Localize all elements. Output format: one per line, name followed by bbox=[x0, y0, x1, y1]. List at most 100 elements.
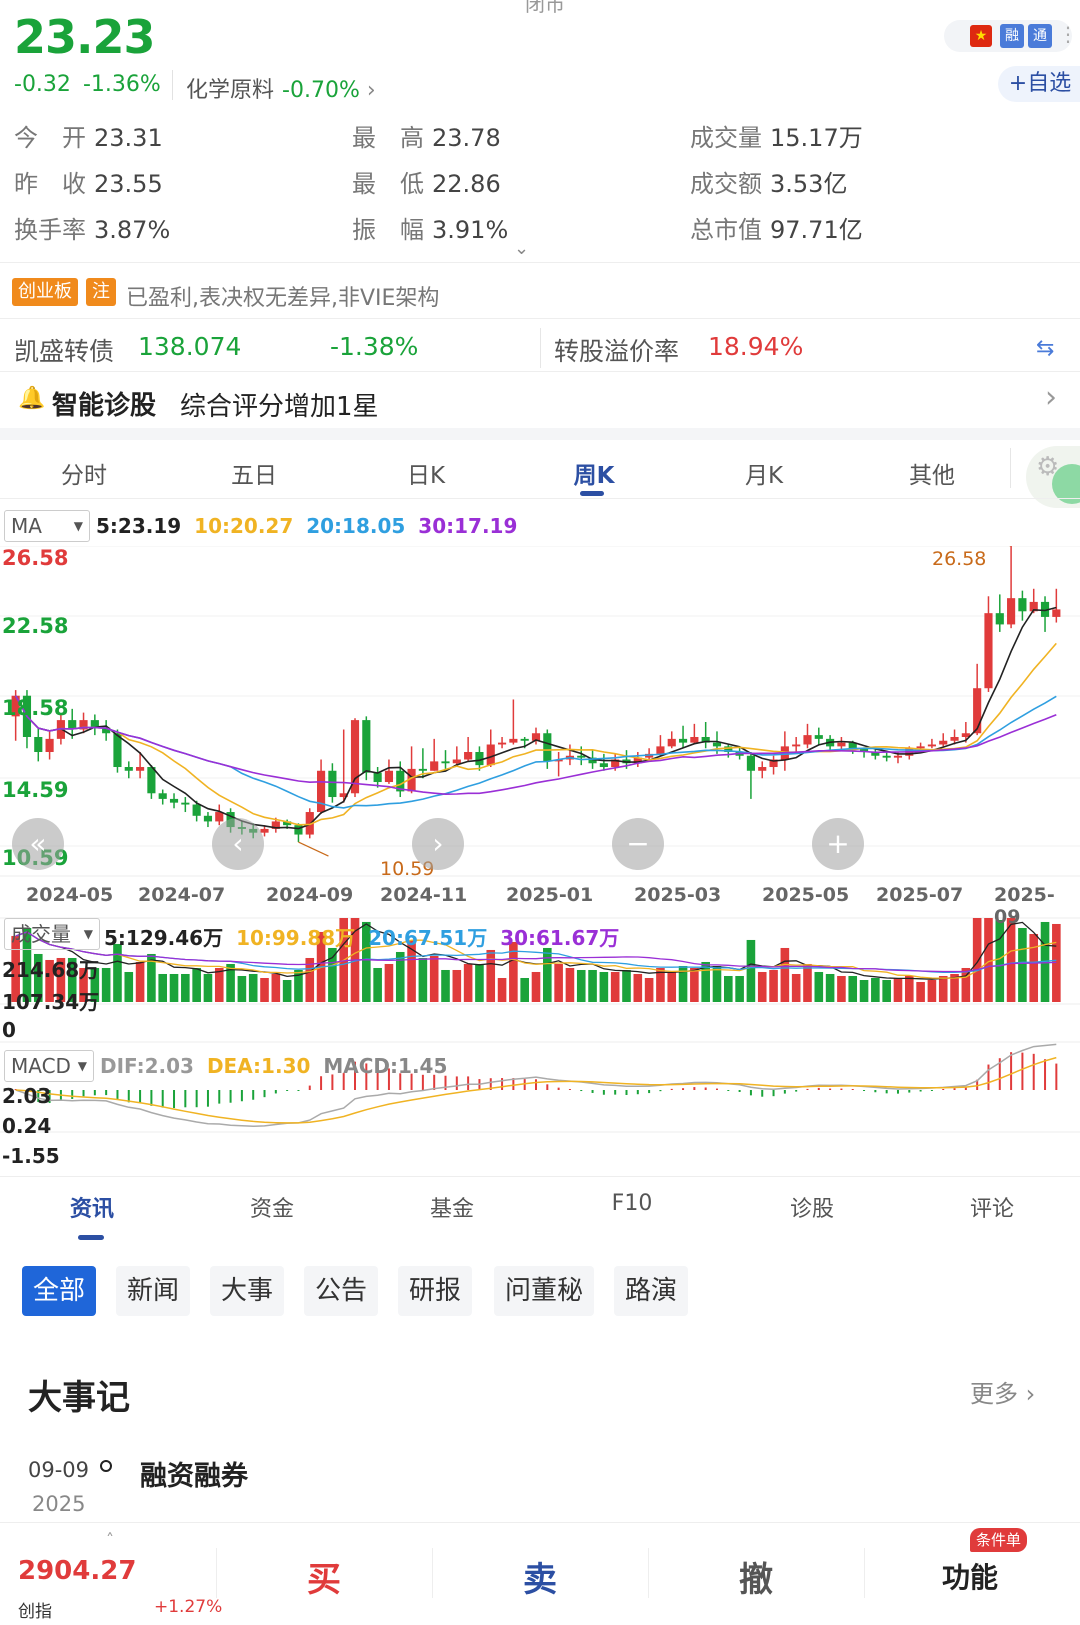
candle-body bbox=[136, 767, 145, 771]
chevron-up-icon[interactable]: ˄ bbox=[106, 1530, 114, 1549]
tab-monthly-k[interactable]: 月K bbox=[714, 456, 814, 490]
candle-body bbox=[158, 793, 167, 799]
cancel-order-button[interactable]: 撤 bbox=[696, 1552, 816, 1601]
candle-body bbox=[939, 740, 948, 745]
stat-amplitude: 振 幅 3.91% bbox=[352, 216, 509, 244]
price-axis-label: 14.59 bbox=[2, 778, 69, 802]
candle-body bbox=[317, 770, 326, 813]
index-value[interactable]: 2904.27 bbox=[18, 1556, 136, 1586]
diagnosis-text: 综合评分增加1星 bbox=[180, 392, 379, 422]
event-title[interactable]: 融资融券 bbox=[140, 1454, 248, 1493]
company-info: 已盈利,表决权无差异,非VIE架构 bbox=[126, 286, 440, 311]
more-menu-icon[interactable]: ⋮ bbox=[1058, 22, 1078, 46]
add-to-watchlist-button[interactable]: +自选 bbox=[998, 66, 1080, 102]
volume-bar bbox=[904, 975, 914, 1002]
more-link[interactable]: 更多 › bbox=[970, 1374, 1035, 1409]
volume-bar bbox=[554, 963, 563, 1002]
divider bbox=[172, 70, 173, 100]
tab-weekly-k[interactable]: 周K bbox=[544, 456, 644, 490]
candle-body bbox=[169, 798, 179, 803]
event-year: 2025 bbox=[32, 1492, 86, 1516]
zoom-out-button[interactable]: − bbox=[612, 818, 664, 870]
sector-percent: -0.70% bbox=[282, 78, 360, 103]
filter-events[interactable]: 大事 bbox=[210, 1266, 284, 1316]
volume-bar bbox=[565, 967, 575, 1002]
volume-bar bbox=[610, 971, 620, 1002]
volume-axis-label: 107.34万 bbox=[2, 990, 100, 1014]
volume-bar bbox=[384, 963, 394, 1002]
scroll-to-start-button[interactable]: « bbox=[12, 818, 64, 870]
volume-bar bbox=[791, 973, 801, 1002]
tab-comments[interactable]: 评论 bbox=[942, 1191, 1042, 1223]
sell-button[interactable]: 卖 bbox=[480, 1552, 600, 1601]
candle-body bbox=[294, 825, 303, 835]
tab-diagnosis[interactable]: 诊股 bbox=[762, 1191, 862, 1223]
registration-badge: 注 bbox=[86, 278, 116, 306]
volume-bar bbox=[531, 971, 541, 1002]
filter-news[interactable]: 新闻 bbox=[116, 1266, 190, 1316]
stat-volume: 成交量 15.17万 bbox=[690, 124, 863, 152]
candle-body bbox=[430, 761, 439, 771]
volume-bar bbox=[927, 979, 937, 1002]
macd-axis-label: 2.03 bbox=[2, 1084, 52, 1108]
stat-low: 最 低 22.86 bbox=[352, 170, 501, 198]
tab-funds-flow[interactable]: 资金 bbox=[222, 1191, 322, 1223]
filter-research[interactable]: 研报 bbox=[398, 1266, 472, 1316]
filter-all[interactable]: 全部 bbox=[22, 1266, 96, 1316]
high-annotation: 26.58 bbox=[932, 548, 987, 570]
divider bbox=[648, 1548, 649, 1598]
tab-fund[interactable]: 基金 bbox=[402, 1191, 502, 1223]
premium-label: 转股溢价率 bbox=[554, 337, 680, 366]
tab-intraday[interactable]: 分时 bbox=[34, 456, 134, 490]
candle-body bbox=[350, 720, 360, 794]
divider bbox=[216, 1548, 217, 1598]
filter-ask-secretary[interactable]: 问董秘 bbox=[494, 1266, 594, 1316]
bond-name[interactable]: 凯盛转债 bbox=[14, 332, 114, 368]
tab-f10[interactable]: F10 bbox=[582, 1191, 682, 1216]
buy-button[interactable]: 买 bbox=[264, 1552, 384, 1601]
volume-bar bbox=[203, 973, 213, 1002]
filter-announcements[interactable]: 公告 bbox=[304, 1266, 378, 1316]
swap-icon[interactable]: ⇆ bbox=[1036, 336, 1054, 361]
expand-icon[interactable]: ⌄ bbox=[514, 238, 529, 259]
volume-bar bbox=[882, 979, 891, 1002]
tab-daily-k[interactable]: 日K bbox=[376, 456, 476, 490]
chevron-right-icon[interactable]: › bbox=[1045, 380, 1057, 415]
stat-open: 今 开 23.31 bbox=[14, 124, 163, 152]
sector-link[interactable]: 化学原料 -0.70% › bbox=[186, 72, 376, 104]
volume-bar bbox=[169, 973, 179, 1002]
candle-body bbox=[486, 744, 495, 766]
volume-bar bbox=[871, 977, 880, 1002]
functions-button[interactable]: 功能 bbox=[910, 1556, 1030, 1596]
tab-five-day[interactable]: 五日 bbox=[204, 456, 304, 490]
candle-body bbox=[814, 735, 823, 739]
candle-body bbox=[893, 755, 903, 758]
candle-body bbox=[192, 804, 201, 816]
volume-bar bbox=[972, 918, 982, 1002]
kline-chart[interactable] bbox=[0, 546, 1080, 1176]
scroll-left-button[interactable]: ‹ bbox=[212, 818, 264, 870]
volume-bar bbox=[282, 979, 292, 1002]
filter-roadshow[interactable]: 路演 bbox=[614, 1266, 688, 1316]
volume-bar bbox=[633, 973, 643, 1002]
volume-axis-label: 214.68万 bbox=[2, 958, 100, 982]
candle-body bbox=[973, 688, 982, 734]
current-price: 23.23 bbox=[14, 10, 156, 64]
ma-selector[interactable]: MA ▼ bbox=[4, 510, 90, 542]
volume-bar bbox=[237, 975, 247, 1002]
smart-diagnosis-banner[interactable] bbox=[0, 372, 1080, 428]
divider bbox=[540, 328, 541, 368]
ma5-line bbox=[14, 606, 1057, 830]
macd-axis-label: 0.24 bbox=[2, 1114, 52, 1138]
index-name: 创指 bbox=[18, 1602, 52, 1622]
candle-body bbox=[181, 802, 190, 805]
scroll-right-button[interactable]: › bbox=[412, 818, 464, 870]
tab-news[interactable]: 资讯 bbox=[42, 1191, 142, 1223]
volume-selector[interactable]: 成交量 ▼ bbox=[4, 918, 100, 950]
tab-other[interactable]: 其他 bbox=[882, 456, 982, 490]
candle-body bbox=[260, 828, 269, 833]
x-axis-tick: 2025-05 bbox=[762, 884, 850, 906]
candle-body bbox=[746, 755, 755, 771]
macd-selector[interactable]: MACD ▼ bbox=[4, 1050, 94, 1082]
zoom-in-button[interactable]: + bbox=[812, 818, 864, 870]
